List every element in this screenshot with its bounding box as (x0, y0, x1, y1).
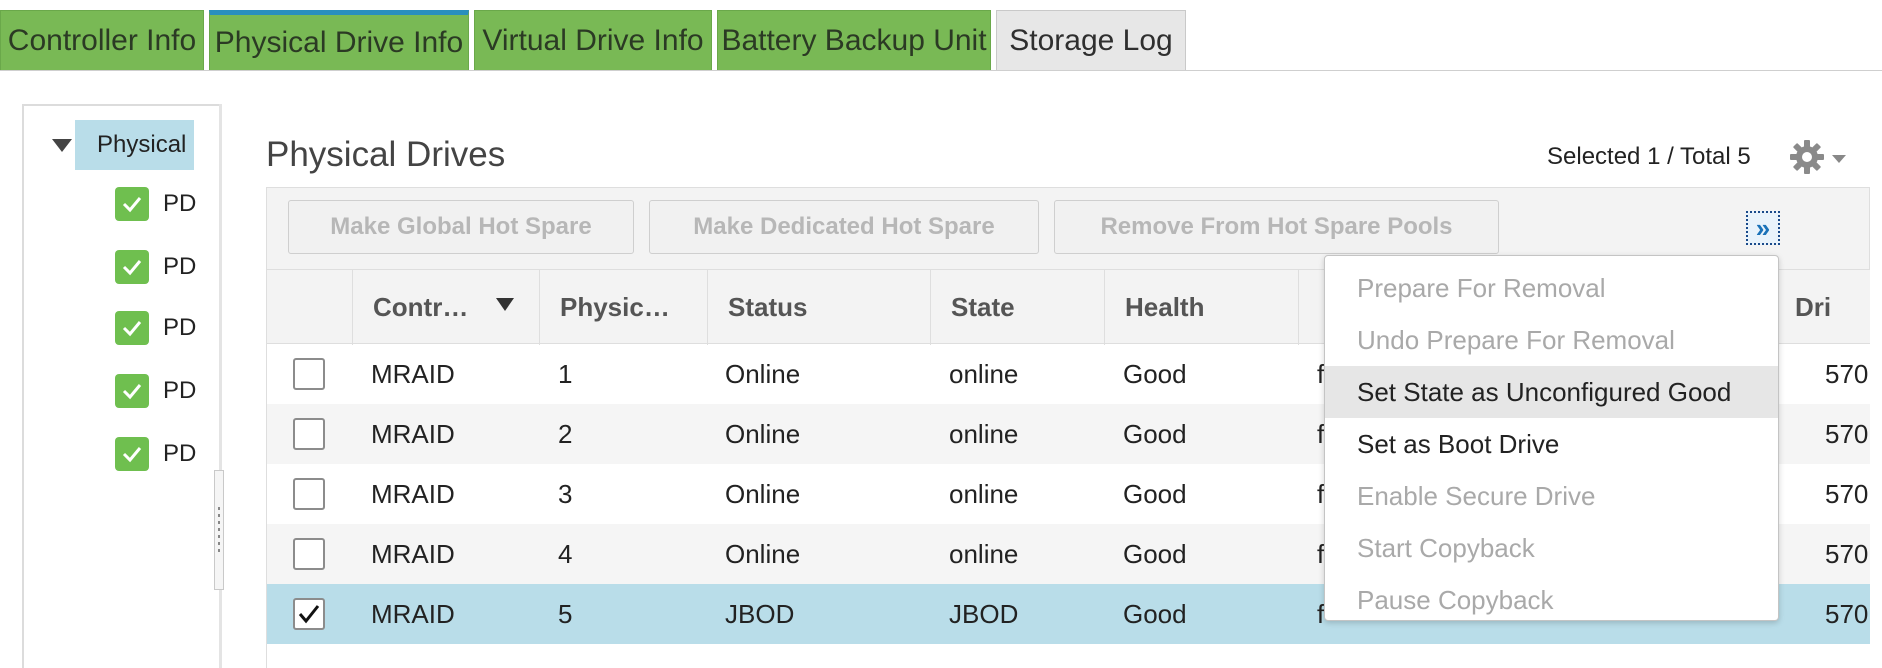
menu-item-pause-copyback[interactable]: Pause Copyback (1325, 574, 1778, 626)
make-global-hot-spare-button[interactable]: Make Global Hot Spare (288, 200, 634, 254)
row-checkbox-checked[interactable] (293, 598, 325, 630)
cell-physical: 3 (558, 478, 573, 509)
cell-drive: 570 (1825, 538, 1869, 569)
checkmark-icon (298, 605, 320, 624)
cell-physical: 2 (558, 418, 573, 449)
check-icon (115, 374, 149, 408)
panel-splitter-handle[interactable] (214, 470, 224, 590)
make-dedicated-hot-spare-button[interactable]: Make Dedicated Hot Spare (649, 200, 1039, 254)
cell-controller: MRAID (371, 538, 455, 569)
chevron-down-icon[interactable] (1832, 155, 1846, 163)
cell-health: Good (1123, 478, 1187, 509)
cell-state: online (949, 538, 1019, 569)
cell-physical: 4 (558, 538, 573, 569)
page-title: Physical Drives (266, 135, 506, 174)
menu-item-set-as-boot-drive[interactable]: Set as Boot Drive (1325, 418, 1778, 470)
tree-item-label: PD (163, 314, 197, 341)
tab-battery-backup-unit[interactable]: Battery Backup Unit (717, 10, 991, 71)
cell-status: Online (725, 538, 801, 569)
selection-count: Selected 1 / Total 5 (1547, 143, 1751, 170)
check-icon (115, 250, 149, 284)
column-header-health[interactable]: Health (1104, 270, 1298, 345)
row-checkbox[interactable] (293, 418, 325, 450)
column-header-physical[interactable]: Physic… (539, 270, 707, 345)
row-checkbox[interactable] (293, 538, 325, 570)
tree-expand-caret-icon[interactable] (52, 139, 72, 152)
cell-controller: MRAID (371, 478, 455, 509)
cell-physical: 5 (558, 598, 573, 629)
gear-icon[interactable] (1788, 138, 1826, 176)
cell-status: Online (725, 358, 801, 389)
cell-health: Good (1123, 358, 1187, 389)
row-checkbox[interactable] (293, 478, 325, 510)
cell-drive: 570 (1825, 418, 1869, 449)
cell-drive: 570 (1825, 478, 1869, 509)
cell-controller: MRAID (371, 418, 455, 449)
tree-item-label: PD (163, 253, 197, 280)
check-icon (115, 437, 149, 471)
more-actions-menu: Prepare For Removal Undo Prepare For Rem… (1324, 255, 1779, 621)
column-header-drive[interactable]: Dri (1774, 270, 1870, 345)
tab-controller-info[interactable]: Controller Info (0, 10, 204, 71)
column-header-status[interactable]: Status (707, 270, 930, 345)
tab-physical-drive-info[interactable]: Physical Drive Info (209, 10, 469, 71)
tree-root-physical[interactable]: Physical (75, 120, 194, 170)
tree-item-pd[interactable]: PD (115, 187, 196, 221)
cell-status: Online (725, 478, 801, 509)
cell-state: JBOD (949, 598, 1019, 629)
menu-item-enable-secure-drive[interactable]: Enable Secure Drive (1325, 470, 1778, 522)
tree-item-pd[interactable]: PD (115, 437, 196, 471)
cell-status: JBOD (725, 598, 795, 629)
sort-descending-icon[interactable] (496, 298, 514, 311)
cell-state: online (949, 418, 1019, 449)
tab-virtual-drive-info[interactable]: Virtual Drive Info (474, 10, 712, 71)
tree-item-label: PD (163, 190, 197, 217)
tree-item-label: PD (163, 440, 197, 467)
cell-health: Good (1123, 538, 1187, 569)
tree-item-pd[interactable]: PD (115, 374, 196, 408)
cell-physical: 1 (558, 358, 573, 389)
tree-item-pd[interactable]: PD (115, 250, 196, 284)
cell-state: online (949, 478, 1019, 509)
check-icon (115, 187, 149, 221)
menu-item-undo-prepare-for-removal[interactable]: Undo Prepare For Removal (1325, 314, 1778, 366)
cell-state: online (949, 358, 1019, 389)
cell-drive: 570 (1825, 358, 1869, 389)
tree-item-pd[interactable]: PD (115, 311, 196, 345)
cell-health: Good (1123, 418, 1187, 449)
tree-item-label: PD (163, 377, 197, 404)
menu-item-start-copyback[interactable]: Start Copyback (1325, 522, 1778, 574)
remove-from-hot-spare-pools-button[interactable]: Remove From Hot Spare Pools (1054, 200, 1499, 254)
menu-item-set-state-unconfigured-good[interactable]: Set State as Unconfigured Good (1325, 366, 1778, 418)
cell-drive: 570 (1825, 598, 1869, 629)
cell-controller: MRAID (371, 358, 455, 389)
menu-item-prepare-for-removal[interactable]: Prepare For Removal (1325, 262, 1778, 314)
column-header-state[interactable]: State (930, 270, 1104, 345)
grip-icon (218, 507, 220, 555)
check-icon (115, 311, 149, 345)
tab-bar-divider (0, 70, 1882, 71)
tab-storage-log[interactable]: Storage Log (996, 10, 1186, 71)
row-checkbox[interactable] (293, 358, 325, 390)
cell-controller: MRAID (371, 598, 455, 629)
more-actions-button[interactable]: » (1746, 211, 1780, 245)
cell-status: Online (725, 418, 801, 449)
tab-bar: Controller Info Physical Drive Info Virt… (0, 0, 1882, 72)
cell-health: Good (1123, 598, 1187, 629)
